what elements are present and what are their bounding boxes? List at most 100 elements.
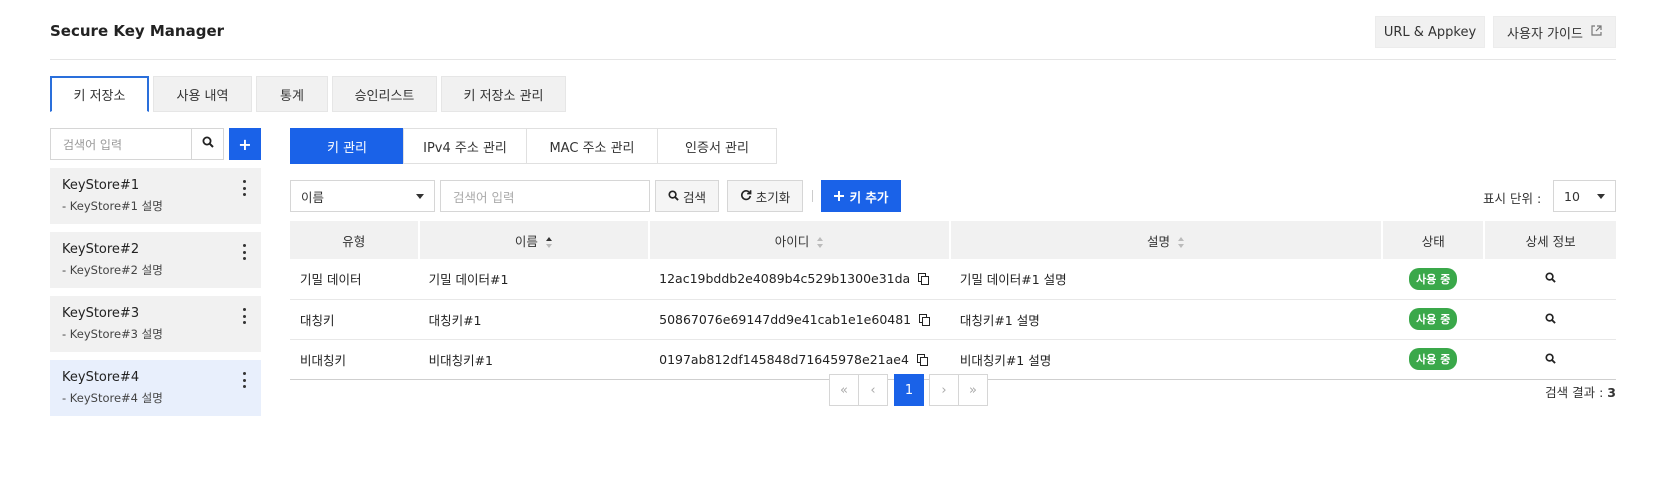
keystore-item[interactable]: KeyStore#1 - KeyStore#1 설명 <box>50 168 261 224</box>
keystore-name: KeyStore#1 <box>62 178 140 193</box>
tab-keystore[interactable]: 키 저장소 <box>50 76 149 112</box>
first-page-button[interactable]: « <box>829 374 859 406</box>
cell-type: 비대칭키 <box>290 339 419 380</box>
plus-icon <box>833 189 844 204</box>
cell-detail <box>1484 299 1616 340</box>
search-button[interactable]: 검색 <box>655 180 719 212</box>
search-toolbar: 이름 검색어 입력 검색 초기화 키 추가 표시 단위 : 10 <box>290 180 1616 212</box>
tab-label: 승인리스트 <box>354 88 415 104</box>
caret-down-icon <box>416 194 424 199</box>
column-header-detail: 상세 정보 <box>1484 221 1616 259</box>
prev-page-button[interactable]: ‹ <box>858 374 888 406</box>
tab-label: 키 저장소 <box>73 89 126 104</box>
url-appkey-label: URL & Appkey <box>1383 24 1477 40</box>
tab-certificate-management[interactable]: 인증서 관리 <box>657 128 777 164</box>
column-label: 이름 <box>514 233 538 249</box>
top-tab-bar: 키 저장소 사용 내역 통계 승인리스트 키 저장소 관리 <box>50 76 566 112</box>
column-header-description[interactable]: 설명 <box>949 221 1384 259</box>
tab-label: 통계 <box>280 88 304 104</box>
tab-ipv4-management[interactable]: IPv4 주소 관리 <box>403 128 527 164</box>
cell-description: 대칭키#1 설명 <box>949 299 1383 340</box>
magnifier-icon[interactable] <box>1545 352 1556 367</box>
key-table: 유형 이름 아이디 설명 상태 상세 정보 기밀 데이터 기밀 데이터#1 12… <box>290 221 1616 380</box>
more-vertical-icon[interactable] <box>239 308 249 324</box>
filter-select[interactable]: 이름 <box>290 180 435 212</box>
table-row[interactable]: 비대칭키 비대칭키#1 0197ab812df145848d71645978e2… <box>290 339 1616 380</box>
pagination: « ‹ 1 › » <box>829 374 988 406</box>
copy-icon[interactable] <box>919 313 931 327</box>
external-link-icon <box>1591 24 1602 40</box>
column-label: 아이디 <box>774 233 810 249</box>
tab-label: 사용 내역 <box>176 88 229 104</box>
refresh-icon <box>740 189 752 204</box>
search-result-count: 검색 결과 :3 <box>1545 382 1616 401</box>
url-appkey-button[interactable]: URL & Appkey <box>1375 16 1485 48</box>
tab-mac-management[interactable]: MAC 주소 관리 <box>526 128 658 164</box>
cell-id: 12ac19bddb2e4089b4c529b1300e31da <box>649 259 950 300</box>
app-title: Secure Key Manager <box>50 22 225 40</box>
column-header-name[interactable]: 이름 <box>418 221 651 259</box>
result-label: 검색 결과 : <box>1545 385 1604 400</box>
display-unit-value: 10 <box>1564 188 1580 204</box>
keystore-description: - KeyStore#4 설명 <box>62 391 163 405</box>
last-page-button[interactable]: » <box>958 374 988 406</box>
more-vertical-icon[interactable] <box>239 180 249 196</box>
filter-select-value: 이름 <box>301 189 325 205</box>
sidebar-search-input[interactable]: 검색어 입력 <box>50 128 192 160</box>
cell-id: 50867076e69147dd9e41cab1e1e60481 <box>649 299 950 340</box>
cell-detail <box>1484 259 1616 300</box>
tab-keystore-management[interactable]: 키 저장소 관리 <box>441 76 566 112</box>
column-header-type: 유형 <box>290 221 420 259</box>
toolbar-divider <box>812 190 813 202</box>
tab-approval-list[interactable]: 승인리스트 <box>332 76 437 112</box>
magnifier-icon[interactable] <box>1545 312 1556 327</box>
keystore-name: KeyStore#3 <box>62 306 140 321</box>
column-header-status: 상태 <box>1382 221 1486 259</box>
more-vertical-icon[interactable] <box>239 372 249 388</box>
sort-asc-icon[interactable] <box>545 236 553 248</box>
add-key-button[interactable]: 키 추가 <box>821 180 901 212</box>
tab-statistics[interactable]: 통계 <box>256 76 328 112</box>
status-badge: 사용 중 <box>1409 348 1458 370</box>
keystore-name: KeyStore#2 <box>62 242 140 257</box>
column-label: 설명 <box>1147 233 1171 249</box>
add-keystore-button[interactable]: + <box>229 128 261 160</box>
tab-label: 키 관리 <box>326 140 367 156</box>
user-guide-label: 사용자 가이드 <box>1507 26 1583 42</box>
page-number-button[interactable]: 1 <box>894 374 924 406</box>
main-panel: 키 관리 IPv4 주소 관리 MAC 주소 관리 인증서 관리 이름 검색어 … <box>290 128 1616 406</box>
column-header-id[interactable]: 아이디 <box>649 221 951 259</box>
tab-usage-history[interactable]: 사용 내역 <box>153 76 252 112</box>
search-input[interactable]: 검색어 입력 <box>440 180 650 212</box>
cell-status: 사용 중 <box>1382 259 1485 300</box>
tab-label: 인증서 관리 <box>685 140 749 156</box>
more-vertical-icon[interactable] <box>239 244 249 260</box>
result-count: 3 <box>1607 385 1616 400</box>
cell-name: 비대칭키#1 <box>418 339 650 380</box>
table-row[interactable]: 기밀 데이터 기밀 데이터#1 12ac19bddb2e4089b4c529b1… <box>290 259 1616 300</box>
reset-button[interactable]: 초기화 <box>727 180 803 212</box>
cell-type: 대칭키 <box>290 299 419 340</box>
keystore-item-selected[interactable]: KeyStore#4 - KeyStore#4 설명 <box>50 360 261 416</box>
tab-key-management[interactable]: 키 관리 <box>290 128 404 164</box>
copy-icon[interactable] <box>916 353 929 367</box>
cell-status: 사용 중 <box>1382 339 1485 380</box>
reset-button-label: 초기화 <box>755 189 791 205</box>
sort-icon[interactable] <box>817 236 824 248</box>
keystore-item[interactable]: KeyStore#3 - KeyStore#3 설명 <box>50 296 261 352</box>
display-unit-select[interactable]: 10 <box>1553 180 1616 212</box>
keystore-item[interactable]: KeyStore#2 - KeyStore#2 설명 <box>50 232 261 288</box>
cell-name: 대칭키#1 <box>418 299 650 340</box>
keystore-description: - KeyStore#1 설명 <box>62 199 163 213</box>
copy-icon[interactable] <box>918 273 930 286</box>
table-header-row: 유형 이름 아이디 설명 상태 상세 정보 <box>290 221 1616 259</box>
sort-icon[interactable] <box>1178 236 1185 248</box>
table-row[interactable]: 대칭키 대칭키#1 50867076e69147dd9e41cab1e1e604… <box>290 299 1616 340</box>
user-guide-button[interactable]: 사용자 가이드 <box>1493 16 1616 48</box>
next-page-button[interactable]: › <box>929 374 959 406</box>
magnifier-icon[interactable] <box>1545 271 1556 286</box>
status-badge: 사용 중 <box>1409 308 1458 330</box>
tab-label: 키 저장소 관리 <box>463 88 544 104</box>
cell-description: 기밀 데이터#1 설명 <box>949 259 1383 300</box>
sidebar-search-button[interactable] <box>192 128 224 160</box>
